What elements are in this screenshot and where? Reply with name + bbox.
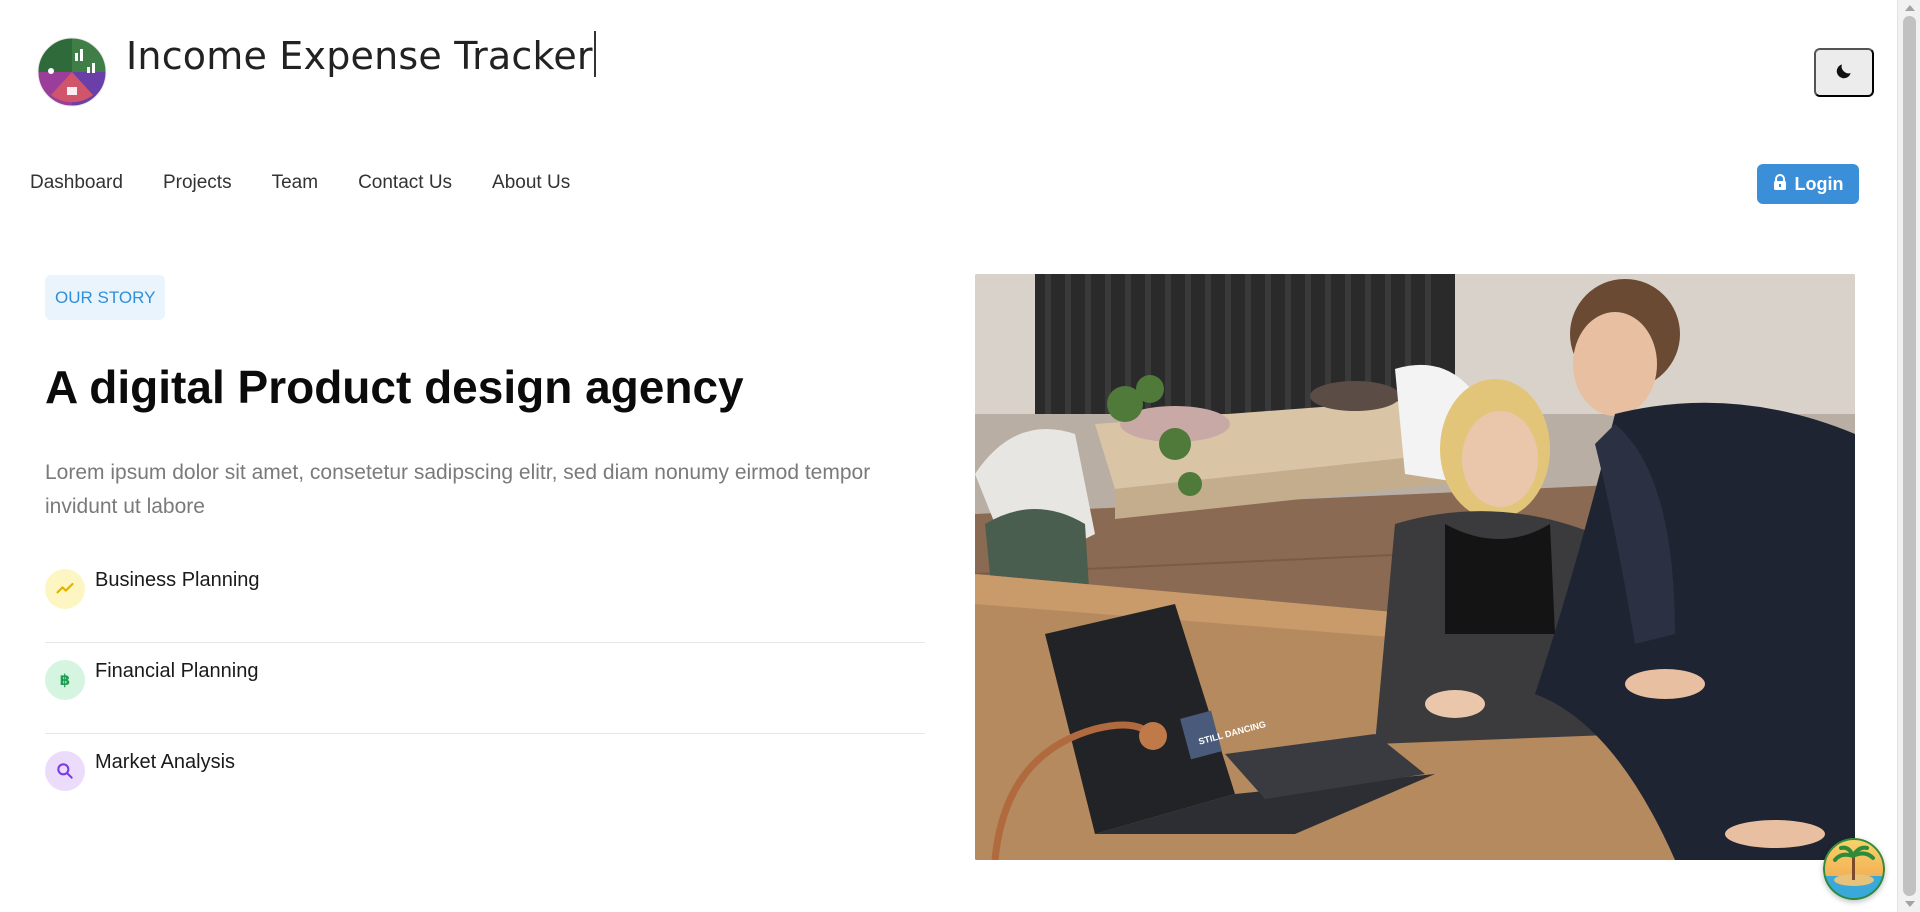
- lead-text: Lorem ipsum dolor sit amet, consetetur s…: [45, 461, 871, 518]
- nav-team[interactable]: Team: [272, 172, 318, 194]
- bitcoin-icon: ฿: [45, 660, 85, 700]
- moon-icon: [1834, 61, 1854, 84]
- page: Income Expense Tracker Dashboard Project…: [0, 0, 1920, 912]
- app-title-text: Income Expense Tracker: [126, 34, 593, 78]
- text-cursor: [593, 31, 596, 77]
- search-icon: [45, 751, 85, 791]
- trend-up-icon: [45, 569, 85, 609]
- feature-label: Market Analysis: [95, 751, 236, 773]
- theme-toggle-button[interactable]: [1814, 48, 1874, 97]
- login-label: Login: [1794, 173, 1844, 194]
- svg-text:฿: ฿: [60, 671, 70, 689]
- page-title: A digital Product design agency: [45, 361, 744, 413]
- app-logo[interactable]: [37, 37, 107, 107]
- main-nav: Dashboard Projects Team Contact Us About…: [30, 172, 570, 194]
- feature-label: Business Planning: [95, 569, 260, 591]
- feature-financial-planning: ฿ Financial Planning: [45, 643, 925, 734]
- story-badge: OUR STORY: [45, 275, 166, 320]
- feature-list: Business Planning ฿ Financial Planning M…: [45, 552, 925, 825]
- nav-about-us[interactable]: About Us: [492, 172, 570, 194]
- nav-contact-us[interactable]: Contact Us: [358, 172, 452, 194]
- nav-projects[interactable]: Projects: [163, 172, 232, 194]
- feature-business-planning: Business Planning: [45, 552, 925, 643]
- lock-icon: [1773, 173, 1787, 195]
- scroll-up-arrow-icon[interactable]: [1905, 5, 1915, 11]
- feature-market-analysis: Market Analysis: [45, 734, 925, 825]
- login-button[interactable]: Login: [1757, 164, 1859, 204]
- scrollbar-thumb[interactable]: [1903, 16, 1916, 896]
- hero-photo: STILL DANCING: [975, 274, 1855, 860]
- feature-label: Financial Planning: [95, 660, 259, 682]
- floating-avatar-button[interactable]: [1823, 838, 1885, 900]
- vertical-scrollbar[interactable]: [1897, 0, 1920, 912]
- nav-dashboard[interactable]: Dashboard: [30, 172, 123, 194]
- app-title[interactable]: Income Expense Tracker: [126, 31, 596, 78]
- scroll-down-arrow-icon[interactable]: [1905, 901, 1915, 907]
